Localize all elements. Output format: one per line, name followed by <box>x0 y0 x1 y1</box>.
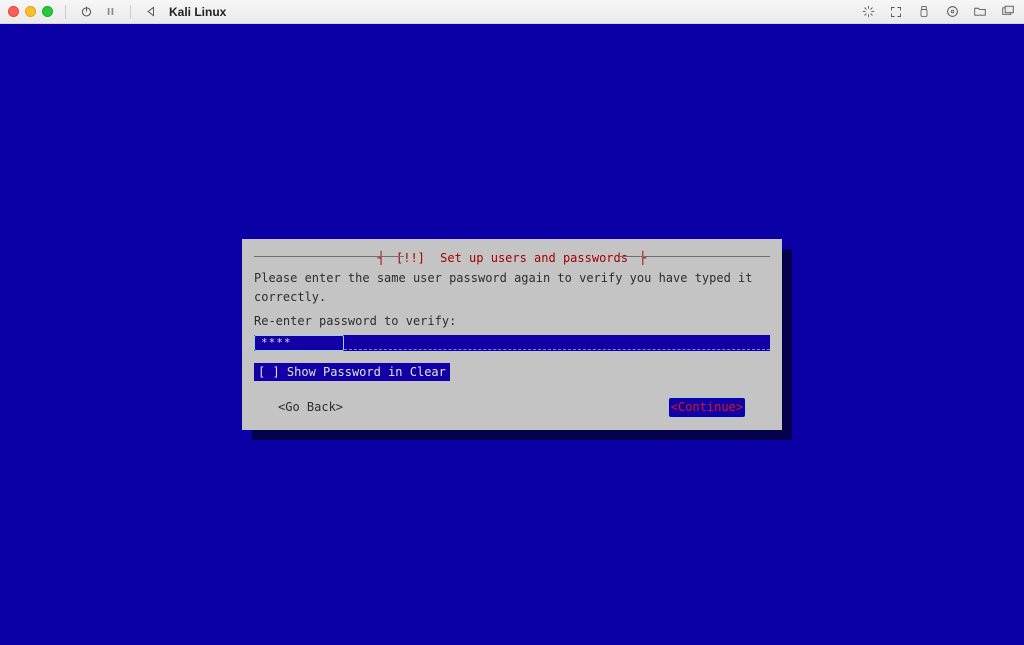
power-icon[interactable] <box>78 4 94 20</box>
password-field-label: Re-enter password to verify: <box>254 312 770 331</box>
title-bracket-left: ┤ <box>378 251 385 265</box>
checkbox-box: [ ] <box>258 365 280 379</box>
vm-window-titlebar: Kali Linux <box>0 0 1024 24</box>
title-bracket-right: ├ <box>639 251 646 265</box>
dialog-title: Set up users and passwords <box>436 251 632 265</box>
window-close-button[interactable] <box>8 6 19 17</box>
expand-icon[interactable] <box>888 4 904 20</box>
window-minimize-button[interactable] <box>25 6 36 17</box>
disc-icon[interactable] <box>944 4 960 20</box>
installer-dialog: ┤ [!!] Set up users and passwords ├ Plea… <box>242 239 782 430</box>
titlebar-separator <box>130 5 131 19</box>
back-triangle-icon[interactable] <box>143 4 159 20</box>
go-back-button[interactable]: <Go Back> <box>278 398 343 417</box>
password-input[interactable]: **** <box>254 335 770 351</box>
show-password-checkbox[interactable]: [ ] Show Password in Clear <box>254 363 450 382</box>
titlebar-right-icons <box>860 4 1016 20</box>
title-prefix: [!!] <box>392 251 429 265</box>
vm-name-label: Kali Linux <box>169 5 226 19</box>
titlebar-separator <box>65 5 66 19</box>
pause-icon[interactable] <box>102 4 118 20</box>
windows-icon[interactable] <box>1000 4 1016 20</box>
checkbox-label: Show Password in Clear <box>287 365 446 379</box>
password-field-remainder <box>344 336 770 350</box>
guest-screen: ┤ [!!] Set up users and passwords ├ Plea… <box>0 24 1024 645</box>
dialog-nav-row: <Go Back> <Continue> <box>254 397 770 418</box>
continue-button[interactable]: <Continue> <box>668 397 746 418</box>
window-controls <box>8 6 53 17</box>
dialog-instruction: Please enter the same user password agai… <box>254 269 770 306</box>
dialog-title-row: ┤ [!!] Set up users and passwords ├ <box>254 249 770 263</box>
password-masked-value: **** <box>254 335 344 351</box>
spinner-icon[interactable] <box>860 4 876 20</box>
installer-dialog-wrap: ┤ [!!] Set up users and passwords ├ Plea… <box>242 239 782 430</box>
folder-icon[interactable] <box>972 4 988 20</box>
usb-icon[interactable] <box>916 4 932 20</box>
window-zoom-button[interactable] <box>42 6 53 17</box>
